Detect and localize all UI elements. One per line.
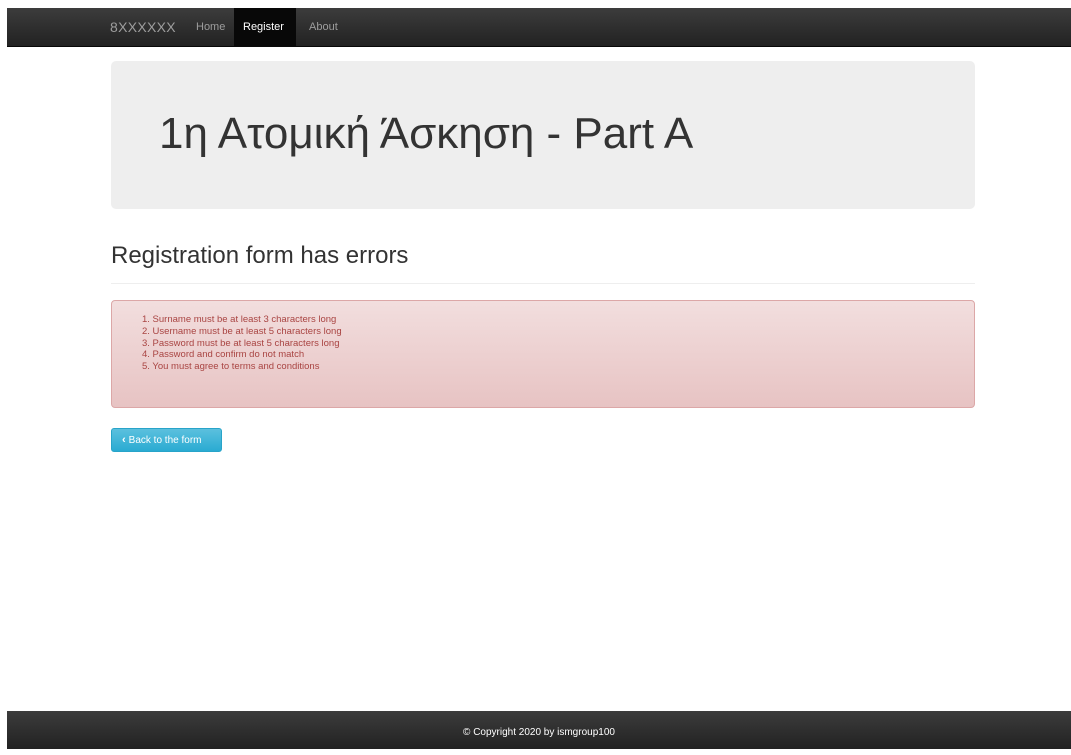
error-item: 2. Username must be at least 5 character… [142,325,342,337]
error-list: 1. Surname must be at least 3 characters… [142,314,342,373]
page-header: Registration form has errors [111,238,975,284]
copyright-text: © Copyright 2020 by ismgroup100 [463,727,615,738]
error-alert: 1. Surname must be at least 3 characters… [111,300,975,408]
back-button-label: Back to the form [128,435,202,446]
error-item: 3. Password must be at least 5 character… [142,337,340,349]
navbar-brand[interactable]: 8XXXXXX [110,8,176,47]
top-navbar: 8XXXXXX Home Register About [7,8,1071,47]
page-title: 1η Ατομική Άσκηση - Part A [159,109,694,158]
chevron-left-icon: ‹ [122,434,126,446]
error-item: 1. Surname must be at least 3 characters… [142,314,337,325]
footer: © Copyright 2020 by ismgroup100 [7,711,1071,749]
nav-item-register[interactable]: Register [234,8,296,46]
jumbotron: 1η Ατομική Άσκηση - Part A [111,61,975,209]
error-item: 4. Password and confirm do not match [142,349,305,361]
nav-item-home[interactable]: Home [187,8,234,46]
section-heading: Registration form has errors [111,242,409,269]
error-item: 5. You must agree to terms and condition… [142,361,320,373]
nav-item-about[interactable]: About [300,8,347,46]
back-to-form-button[interactable]: ‹ Back to the form [111,428,222,452]
